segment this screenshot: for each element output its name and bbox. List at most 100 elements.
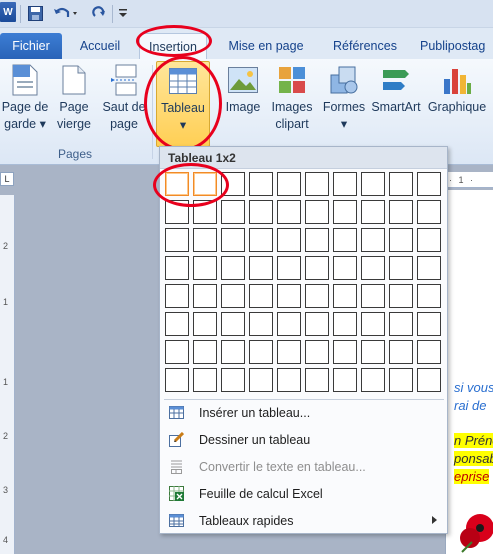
grid-cell[interactable] — [389, 368, 413, 392]
grid-cell[interactable] — [417, 228, 441, 252]
grid-cell[interactable] — [165, 256, 189, 280]
grid-cell[interactable] — [193, 200, 217, 224]
grid-cell[interactable] — [389, 172, 413, 196]
grid-cell[interactable] — [305, 200, 329, 224]
image-button[interactable]: Image — [222, 63, 264, 116]
grid-cell[interactable] — [389, 284, 413, 308]
horizontal-ruler[interactable]: · 1 · — [445, 172, 493, 188]
tab-mise-en-page[interactable]: Mise en page — [219, 33, 313, 59]
grid-cell[interactable] — [333, 340, 357, 364]
grid-cell[interactable] — [249, 172, 273, 196]
grid-cell[interactable] — [249, 200, 273, 224]
grid-cell[interactable] — [305, 256, 329, 280]
menu-item-inserer-tableau[interactable]: Insérer un tableau... — [160, 399, 447, 426]
tab-publipostage[interactable]: Publipostag — [420, 33, 493, 59]
grid-cell[interactable] — [305, 228, 329, 252]
grid-cell[interactable] — [305, 284, 329, 308]
redo-button[interactable] — [90, 3, 108, 23]
tab-fichier[interactable]: Fichier — [0, 33, 62, 59]
grid-cell[interactable] — [249, 284, 273, 308]
grid-cell[interactable] — [221, 172, 245, 196]
page-vierge-button[interactable]: Page vierge — [52, 63, 96, 133]
grid-cell[interactable] — [193, 340, 217, 364]
grid-cell[interactable] — [333, 368, 357, 392]
tableau-button[interactable]: Tableau ▾ — [156, 61, 210, 147]
grid-cell[interactable] — [221, 228, 245, 252]
grid-cell[interactable] — [361, 312, 385, 336]
grid-cell[interactable] — [165, 228, 189, 252]
menu-item-tableaux-rapides[interactable]: Tableaux rapides — [160, 507, 447, 534]
menu-item-feuille-excel[interactable]: Feuille de calcul Excel — [160, 480, 447, 507]
grid-cell[interactable] — [333, 284, 357, 308]
grid-cell[interactable] — [221, 312, 245, 336]
tab-accueil[interactable]: Accueil — [68, 33, 132, 59]
grid-cell[interactable] — [193, 284, 217, 308]
grid-cell[interactable] — [193, 256, 217, 280]
grid-cell[interactable] — [221, 284, 245, 308]
grid-cell[interactable] — [361, 228, 385, 252]
grid-cell[interactable] — [305, 172, 329, 196]
grid-cell[interactable] — [417, 256, 441, 280]
grid-cell[interactable] — [333, 172, 357, 196]
table-grid-picker[interactable] — [165, 172, 445, 398]
menu-item-dessiner-tableau[interactable]: Dessiner un tableau — [160, 426, 447, 453]
grid-cell[interactable] — [277, 340, 301, 364]
grid-cell[interactable] — [165, 200, 189, 224]
grid-cell[interactable] — [417, 340, 441, 364]
grid-cell[interactable] — [249, 228, 273, 252]
grid-cell[interactable] — [277, 312, 301, 336]
document-page[interactable]: si vous rai de n Prénc ponsab eprise — [445, 190, 493, 554]
grid-cell[interactable] — [165, 312, 189, 336]
grid-cell[interactable] — [165, 368, 189, 392]
grid-cell[interactable] — [193, 228, 217, 252]
grid-cell[interactable] — [193, 368, 217, 392]
images-clipart-button[interactable]: Images clipart — [266, 63, 318, 133]
grid-cell[interactable] — [305, 368, 329, 392]
grid-cell[interactable] — [361, 340, 385, 364]
grid-cell[interactable] — [277, 200, 301, 224]
grid-cell[interactable] — [305, 312, 329, 336]
grid-cell[interactable] — [361, 200, 385, 224]
grid-cell[interactable] — [333, 228, 357, 252]
tab-selector[interactable]: L — [0, 172, 14, 186]
grid-cell[interactable] — [249, 256, 273, 280]
grid-cell[interactable] — [249, 312, 273, 336]
grid-cell[interactable] — [361, 368, 385, 392]
tab-references[interactable]: Références — [326, 33, 404, 59]
grid-cell[interactable] — [389, 256, 413, 280]
grid-cell[interactable] — [417, 284, 441, 308]
grid-cell[interactable] — [165, 340, 189, 364]
grid-cell[interactable] — [361, 256, 385, 280]
grid-cell[interactable] — [165, 172, 189, 196]
grid-cell[interactable] — [277, 284, 301, 308]
grid-cell[interactable] — [417, 368, 441, 392]
grid-cell[interactable] — [417, 200, 441, 224]
grid-cell[interactable] — [277, 368, 301, 392]
grid-cell[interactable] — [389, 312, 413, 336]
grid-cell[interactable] — [193, 312, 217, 336]
graphique-button[interactable]: Graphique — [426, 63, 488, 116]
grid-cell[interactable] — [361, 172, 385, 196]
grid-cell[interactable] — [361, 284, 385, 308]
page-de-garde-button[interactable]: Page de garde ▾ — [0, 63, 50, 133]
save-button[interactable] — [26, 3, 44, 23]
grid-cell[interactable] — [221, 200, 245, 224]
grid-cell[interactable] — [417, 172, 441, 196]
grid-cell[interactable] — [333, 312, 357, 336]
grid-cell[interactable] — [277, 256, 301, 280]
vertical-ruler[interactable]: 2 1 1 2 3 4 — [0, 195, 15, 554]
grid-cell[interactable] — [389, 228, 413, 252]
smartart-button[interactable]: SmartArt — [368, 63, 424, 116]
grid-cell[interactable] — [333, 256, 357, 280]
grid-cell[interactable] — [249, 368, 273, 392]
grid-cell[interactable] — [221, 256, 245, 280]
grid-cell[interactable] — [389, 200, 413, 224]
grid-cell[interactable] — [249, 340, 273, 364]
grid-cell[interactable] — [305, 340, 329, 364]
grid-cell[interactable] — [277, 172, 301, 196]
customize-qat-button[interactable] — [116, 3, 130, 23]
grid-cell[interactable] — [221, 368, 245, 392]
undo-button[interactable] — [52, 3, 80, 23]
word-icon[interactable]: W — [0, 2, 16, 22]
formes-button[interactable]: Formes ▾ — [320, 63, 368, 133]
